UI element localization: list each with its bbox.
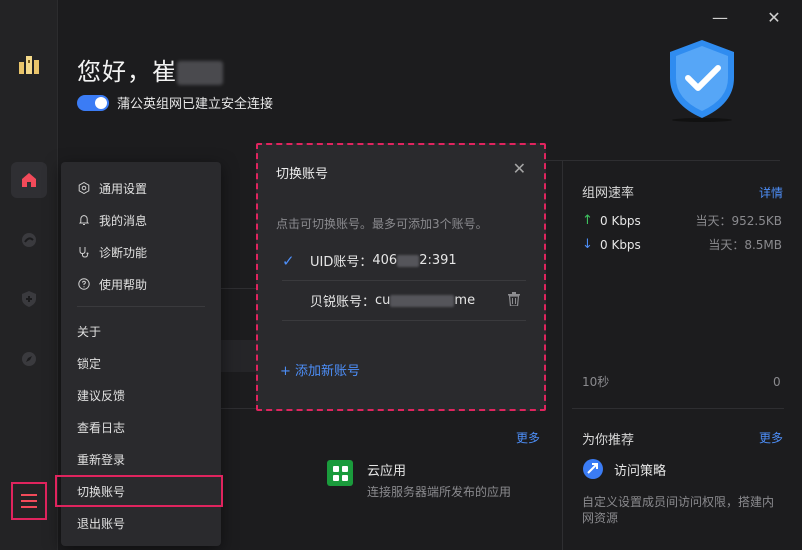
switch-account-dialog: 切换账号 ✕ 点击可切换账号。最多可添加3个账号。 ✓ UID账号： 406 2… (256, 143, 546, 411)
menu-item-label: 我的消息 (99, 213, 148, 228)
account-value-prefix: 406 (372, 253, 398, 268)
menu-separator (77, 306, 205, 307)
redacted-uid (397, 254, 420, 267)
account-row-oray[interactable]: 贝锐账号： cu me (282, 281, 526, 321)
minimize-button[interactable]: — (710, 8, 730, 27)
menu-item-help[interactable]: 使用帮助 (61, 268, 221, 300)
upload-speed: 0 Kbps (600, 213, 641, 228)
menu-item-label: 关于 (77, 324, 102, 339)
check-icon: ✓ (282, 251, 295, 270)
speed-divider (572, 408, 784, 409)
menu-item[interactable]: 重新登录 (61, 443, 221, 475)
menu-item-switch-account[interactable]: 切换账号 (55, 475, 223, 507)
shield-plus-icon (22, 291, 36, 307)
menu-item-label: 退出账号 (77, 516, 126, 531)
upload-today: 当天：952.5KB (695, 214, 782, 228)
menu-item-label: 重新登录 (77, 452, 126, 467)
bell-icon (77, 213, 91, 227)
menu-item-settings[interactable]: 通用设置 (61, 172, 221, 204)
compass-icon (22, 352, 36, 366)
cloud-app-card[interactable]: 云应用 连接服务器端所发布的应用 (327, 460, 511, 500)
connection-toggle[interactable] (77, 94, 109, 111)
main-menu-popup: 通用设置我的消息诊断功能使用帮助 关于锁定建议反馈查看日志重新登录切换账号退出账… (55, 162, 223, 546)
menu-item-label: 锁定 (77, 356, 102, 371)
menu-item-label: 诊断功能 (99, 245, 148, 260)
speed-y-label: 0 (773, 375, 781, 389)
download-speed: 0 Kbps (600, 237, 641, 252)
stethoscope-icon (77, 245, 91, 259)
account-value-suffix: me (454, 293, 476, 308)
menu-item[interactable]: 建议反馈 (61, 379, 221, 411)
apps-more-link[interactable]: 更多 (516, 429, 540, 446)
trash-icon[interactable] (508, 291, 520, 310)
recommend-item-title: 访问策略 (614, 463, 667, 479)
menu-item[interactable]: 关于 (61, 315, 221, 347)
cloud-app-title: 云应用 (367, 464, 407, 479)
dialog-close-icon[interactable]: ✕ (513, 159, 526, 178)
rail-network-button[interactable] (11, 222, 47, 258)
dialog-title: 切换账号 (276, 167, 329, 182)
greeting-title: 您好，崔 (77, 52, 223, 87)
upload-row: ↑ 0 Kbps 当天：952.5KB (582, 212, 782, 229)
close-button[interactable]: ✕ (764, 8, 784, 27)
hamburger-icon (21, 494, 37, 508)
menu-item-label: 使用帮助 (99, 277, 148, 292)
menu-item-label: 切换账号 (77, 484, 126, 499)
download-today: 当天：8.5MB (708, 238, 782, 252)
menu-item-bell[interactable]: 我的消息 (61, 204, 221, 236)
speed-title: 组网速率 (582, 186, 635, 201)
recommend-item-desc: 自定义设置成员间访问权限，搭建内网资源 (582, 495, 775, 525)
menu-item[interactable]: 锁定 (61, 347, 221, 379)
rail-home-button[interactable] (11, 162, 47, 198)
right-panel-divider (562, 160, 563, 550)
menu-button[interactable] (11, 482, 47, 520)
grid-app-icon (327, 460, 353, 486)
download-arrow-icon: ↓ (582, 237, 593, 252)
rail-explore-button[interactable] (11, 341, 47, 377)
recommend-item[interactable]: 访问策略 (582, 458, 666, 480)
recommend-title: 为你推荐 (582, 433, 635, 448)
access-policy-icon (583, 459, 603, 479)
account-label: UID账号： (310, 255, 373, 270)
account-row-uid[interactable]: ✓ UID账号： 406 2:391 (282, 241, 526, 281)
cloud-app-desc: 连接服务器端所发布的应用 (367, 485, 512, 499)
connection-status-text: 蒲公英组网已建立安全连接 (117, 97, 274, 112)
left-rail (0, 0, 58, 550)
rail-security-button[interactable] (11, 281, 47, 317)
menu-item-label: 查看日志 (77, 420, 126, 435)
header-divider (545, 160, 780, 161)
help-icon (77, 277, 91, 291)
app-logo-icon (17, 52, 41, 76)
dialog-hint: 点击可切换账号。最多可添加3个账号。 (276, 217, 488, 231)
speed-x-label: 10秒 (582, 375, 610, 389)
home-icon (22, 173, 36, 187)
menu-item-label: 建议反馈 (77, 388, 126, 403)
bg-row (221, 340, 256, 372)
redacted-account (390, 294, 455, 307)
add-account-link[interactable]: + 添加新账号 (280, 360, 360, 379)
account-value-prefix: cu (375, 293, 391, 308)
shield-check-icon (666, 38, 738, 122)
settings-icon (77, 181, 91, 195)
menu-item-stethoscope[interactable]: 诊断功能 (61, 236, 221, 268)
menu-item[interactable]: 查看日志 (61, 411, 221, 443)
bg-divider (221, 288, 256, 289)
redacted-name (177, 61, 223, 85)
account-value-suffix: 2:391 (419, 253, 457, 268)
connection-status: 蒲公英组网已建立安全连接 (77, 93, 273, 112)
upload-arrow-icon: ↑ (582, 213, 593, 228)
menu-item-label: 通用设置 (99, 181, 148, 196)
bg-divider-2 (221, 408, 256, 409)
download-row: ↓ 0 Kbps 当天：8.5MB (582, 236, 782, 253)
network-icon (22, 233, 36, 247)
recommend-more-link[interactable]: 更多 (759, 429, 783, 446)
account-label: 贝锐账号： (310, 295, 376, 310)
speed-detail-link[interactable]: 详情 (759, 184, 783, 201)
menu-item[interactable]: 退出账号 (61, 507, 221, 539)
